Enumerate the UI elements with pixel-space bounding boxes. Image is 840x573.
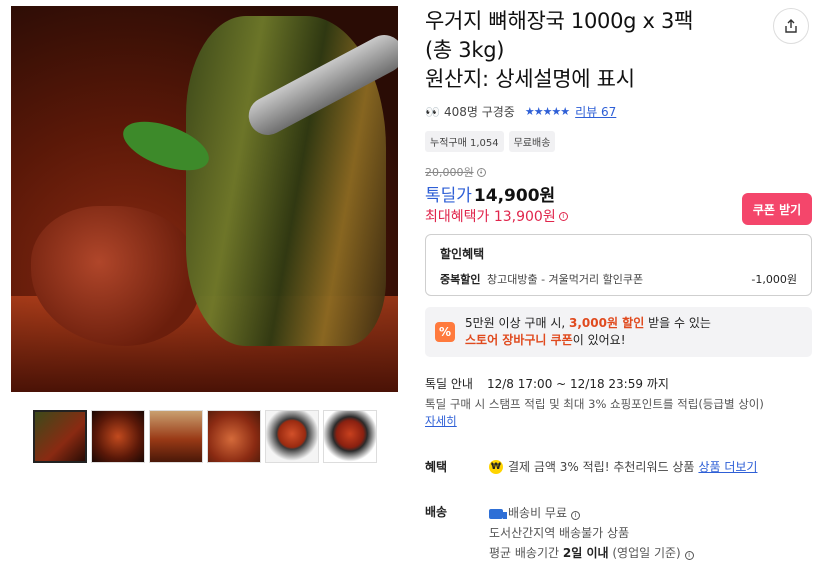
shipping-avg-note: (영업일 기준) <box>608 546 681 560</box>
thumbnail-strip <box>33 410 377 463</box>
thumbnail-5[interactable] <box>265 410 319 463</box>
review-link[interactable]: 리뷰 67 <box>575 103 616 120</box>
share-button[interactable] <box>773 8 809 44</box>
discount-row: 중복할인 창고대방출 - 겨울먹거리 할인쿠폰 -1,000원 <box>440 271 797 287</box>
store-banner-text: 5만원 이상 구매 시, 3,000원 할인 받을 수 있는 스토어 장바구니 … <box>465 315 711 349</box>
original-price-value: 20,000원 <box>425 166 474 179</box>
banner-highlight: 3,000원 할인 <box>569 316 645 330</box>
info-icon[interactable]: i <box>558 211 568 221</box>
banner-text-c: 이 있어요! <box>572 333 626 347</box>
store-coupon-banner[interactable]: % 5만원 이상 구매 시, 3,000원 할인 받을 수 있는 스토어 장바구… <box>425 307 812 357</box>
title-line-2: (총 3kg) <box>425 38 505 62</box>
shipping-note: 도서산간지역 배송불가 상품 <box>489 526 630 540</box>
coupon-button[interactable]: 쿠폰 받기 <box>742 193 812 225</box>
original-price: 20,000원 i <box>425 164 486 180</box>
deal-price-value: 14,900원 <box>473 186 556 206</box>
info-icon[interactable]: i <box>570 511 580 520</box>
info-icon[interactable]: i <box>684 551 694 560</box>
discount-heading: 할인혜택 <box>440 247 485 261</box>
benefit-more-link[interactable]: 상품 더보기 <box>698 458 757 475</box>
viewer-count: 408명 구경중 <box>443 105 515 119</box>
banner-highlight-2: 스토어 장바구니 쿠폰 <box>465 333 573 347</box>
badge-purchase-count: 누적구매 1,054 <box>425 131 504 152</box>
banner-text-b: 받을 수 있는 <box>644 316 711 330</box>
product-title: 우거지 뼈해장국 1000g x 3팩 (총 3kg) 원산지: 상세설명에 표… <box>425 7 745 94</box>
shipping-avg-days: 2일 이내 <box>562 546 609 560</box>
product-main-image[interactable] <box>11 6 398 392</box>
title-line-1: 우거지 뼈해장국 1000g x 3팩 <box>425 9 694 33</box>
share-icon <box>785 19 797 33</box>
badge-free-shipping: 무료배송 <box>508 131 556 152</box>
eyes-icon: 👀 <box>425 104 440 119</box>
title-line-3: 원산지: 상세설명에 표시 <box>425 67 635 91</box>
shipping-avg-label: 평균 배송기간 <box>489 546 563 560</box>
max-benefit-text: 최대혜택가 13,900원 <box>425 209 556 225</box>
deal-info-label: 톡딜 안내 <box>425 377 473 391</box>
banner-text-a: 5만원 이상 구매 시, <box>465 316 569 330</box>
benefit-label: 혜택 <box>425 460 448 474</box>
truck-icon <box>489 508 507 519</box>
won-coin-icon: ₩ <box>489 459 503 474</box>
shipping-average: 평균 배송기간 2일 이내 (영업일 기준) i <box>489 543 694 563</box>
discount-row-amount: -1,000원 <box>751 273 797 286</box>
discount-row-label: 중복할인 <box>440 273 481 286</box>
thumbnail-1[interactable] <box>33 410 87 463</box>
percent-icon: % <box>435 322 455 342</box>
deal-info-more-link[interactable]: 자세히 <box>425 414 457 428</box>
benefit-row: 혜택 ₩ 결제 금액 3% 적립! 추천리워드 상품 상품 더보기 <box>425 458 815 475</box>
deal-price-label: 톡딜가 <box>425 186 472 206</box>
shipping-fee: 배송비 무료 <box>508 506 568 520</box>
thumbnail-6[interactable] <box>323 410 377 463</box>
deal-info-desc: 톡딜 구매 시 스탬프 적립 및 최대 3% 쇼핑포인트를 적립(등급별 상이) <box>425 397 764 411</box>
discount-box: 할인혜택 중복할인 창고대방출 - 겨울먹거리 할인쿠폰 -1,000원 <box>425 234 812 296</box>
deal-price: 톡딜가 14,900원 <box>425 181 555 206</box>
thumbnail-4[interactable] <box>207 410 261 463</box>
thumbnail-2[interactable] <box>91 410 145 463</box>
shipping-label: 배송 <box>425 505 448 519</box>
max-benefit-price: 최대혜택가 13,900원 i <box>425 206 568 226</box>
rating-stars-icon: ★★★★★ <box>524 105 570 118</box>
thumbnail-3[interactable] <box>149 410 203 463</box>
deal-info: 톡딜 안내 12/8 17:00 ~ 12/18 23:59 까지 톡딜 구매 … <box>425 375 815 430</box>
social-proof: 👀 408명 구경중 ★★★★★ 리뷰 67 <box>425 103 616 120</box>
shipping-row: 배송 배송비 무료 i 도서산간지역 배송불가 상품 평균 배송기간 2일 이내… <box>425 503 815 563</box>
benefit-text: 결제 금액 3% 적립! 추천리워드 상품 <box>508 460 695 474</box>
info-icon[interactable]: i <box>476 167 486 177</box>
discount-row-desc: 창고대방출 - 겨울먹거리 할인쿠폰 <box>486 273 644 286</box>
deal-info-period: 12/8 17:00 ~ 12/18 23:59 까지 <box>486 377 669 391</box>
badge-list: 누적구매 1,054 무료배송 <box>425 131 556 152</box>
